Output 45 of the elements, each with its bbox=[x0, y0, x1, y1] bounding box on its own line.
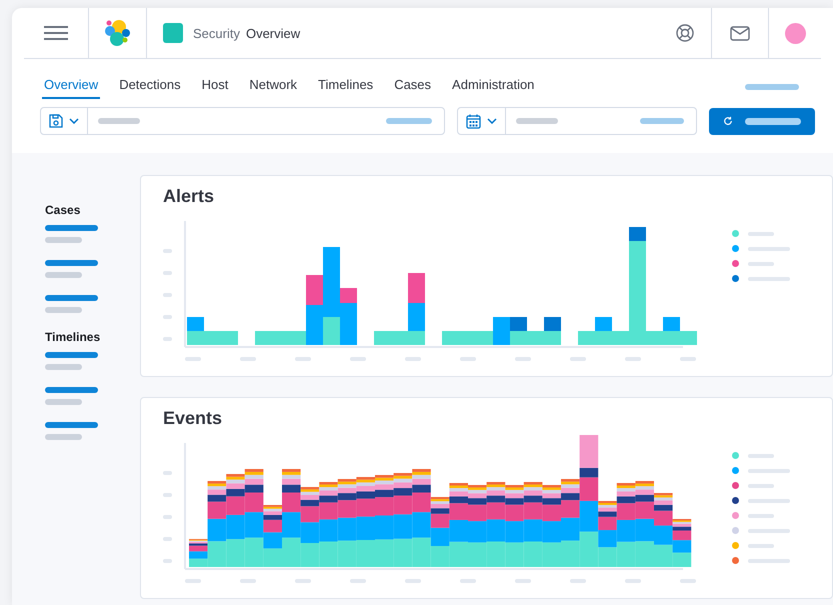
query-field[interactable] bbox=[40, 107, 445, 135]
caret-icon[interactable] bbox=[486, 118, 497, 124]
calendar-icon[interactable] bbox=[466, 114, 481, 128]
help-icon[interactable] bbox=[676, 24, 694, 42]
nav-tab[interactable]: Detections bbox=[117, 75, 183, 99]
refresh-icon bbox=[723, 115, 733, 127]
nav-tab[interactable]: Administration bbox=[450, 75, 536, 99]
nav-tab[interactable]: Cases bbox=[392, 75, 434, 99]
placeholder-bar bbox=[45, 399, 82, 405]
placeholder-bar bbox=[45, 272, 82, 278]
link-placeholder[interactable] bbox=[45, 387, 98, 393]
placeholder-bar bbox=[45, 364, 82, 370]
link-placeholder[interactable] bbox=[45, 352, 98, 358]
link-placeholder[interactable] bbox=[45, 260, 98, 266]
user-avatar[interactable] bbox=[784, 22, 806, 44]
app-icon[interactable] bbox=[163, 23, 183, 43]
placeholder-bar bbox=[45, 307, 82, 313]
link-placeholder[interactable] bbox=[45, 225, 98, 231]
placeholder-bar bbox=[98, 118, 140, 124]
placeholder-bar bbox=[745, 118, 801, 124]
panel-title: Alerts bbox=[163, 186, 216, 207]
placeholder-bar bbox=[45, 237, 82, 243]
breadcrumb-app[interactable]: Security bbox=[193, 26, 240, 40]
sidebar-heading: Timelines bbox=[45, 330, 102, 344]
nav-tab[interactable]: Overview bbox=[42, 75, 100, 99]
breadcrumb-page: Overview bbox=[246, 26, 300, 40]
sidebar-heading: Cases bbox=[45, 203, 82, 217]
mail-icon[interactable] bbox=[730, 26, 750, 40]
placeholder-bar bbox=[640, 118, 684, 124]
link-placeholder[interactable] bbox=[45, 422, 98, 428]
placeholder-bar bbox=[45, 434, 82, 440]
placeholder-bar bbox=[745, 84, 799, 90]
logo-icon[interactable] bbox=[102, 18, 132, 48]
nav-tab[interactable]: Timelines bbox=[316, 75, 376, 99]
placeholder-bar bbox=[386, 118, 432, 124]
menu-icon[interactable] bbox=[44, 26, 68, 40]
nav-tab[interactable]: Network bbox=[247, 75, 300, 99]
placeholder-bar bbox=[516, 118, 558, 124]
link-placeholder[interactable] bbox=[45, 295, 98, 301]
caret-icon[interactable] bbox=[69, 118, 79, 124]
date-field[interactable] bbox=[456, 107, 697, 135]
panel-title: Events bbox=[163, 408, 224, 429]
save-icon[interactable] bbox=[49, 114, 63, 128]
nav-tab[interactable]: Host bbox=[200, 75, 230, 99]
refresh-button[interactable] bbox=[709, 108, 815, 134]
